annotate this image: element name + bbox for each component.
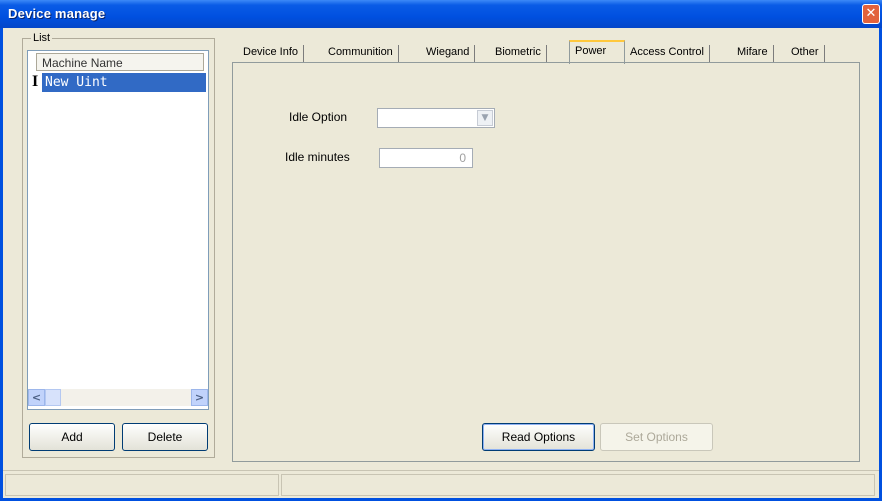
- column-header-machine-name[interactable]: Machine Name: [36, 53, 204, 71]
- scroll-left-button[interactable]: <: [28, 389, 45, 406]
- read-options-button[interactable]: Read Options: [482, 423, 595, 451]
- machine-list[interactable]: Machine Name I New Uint: [27, 50, 209, 410]
- status-pane-2: [281, 474, 875, 496]
- column-header-label: Machine Name: [42, 56, 123, 70]
- status-pane-1: [5, 474, 279, 496]
- title-bar[interactable]: Device manage ✕: [0, 0, 882, 28]
- device-icon: I: [32, 73, 39, 90]
- tab-biometric[interactable]: Biometric: [490, 45, 547, 62]
- list-group-label: List: [31, 32, 53, 44]
- chevron-left-icon: <: [31, 391, 42, 404]
- window-title: Device manage: [8, 6, 106, 21]
- tab-access-control[interactable]: Access Control: [625, 45, 710, 62]
- list-item[interactable]: I New Uint: [30, 73, 206, 92]
- tab-communition[interactable]: Communition: [323, 45, 399, 62]
- dropdown-arrow-icon[interactable]: ▼: [477, 110, 493, 126]
- idle-minutes-field[interactable]: 0: [379, 148, 473, 168]
- idle-option-select[interactable]: ▼: [377, 108, 495, 128]
- scroll-right-button[interactable]: >: [191, 389, 208, 406]
- tab-strip: Device Info Communition Wiegand Biometri…: [232, 40, 860, 64]
- idle-minutes-label: Idle minutes: [285, 150, 350, 164]
- chevron-right-icon: >: [194, 391, 205, 404]
- tab-other[interactable]: Other: [786, 45, 825, 62]
- tab-mifare[interactable]: Mifare: [732, 45, 774, 62]
- tab-wiegand[interactable]: Wiegand: [421, 45, 476, 62]
- add-button[interactable]: Add: [29, 423, 115, 451]
- idle-option-label: Idle Option: [289, 110, 348, 124]
- horizontal-scrollbar[interactable]: < >: [28, 389, 208, 406]
- list-item-label: New Uint: [42, 73, 206, 92]
- scroll-thumb[interactable]: [45, 389, 61, 406]
- set-options-button[interactable]: Set Options: [600, 423, 713, 451]
- delete-button[interactable]: Delete: [122, 423, 208, 451]
- tab-power[interactable]: Power: [569, 40, 625, 64]
- close-icon: ✕: [865, 6, 877, 21]
- tab-device-info[interactable]: Device Info: [238, 45, 305, 62]
- close-button[interactable]: ✕: [862, 4, 880, 24]
- status-bar: [3, 470, 879, 498]
